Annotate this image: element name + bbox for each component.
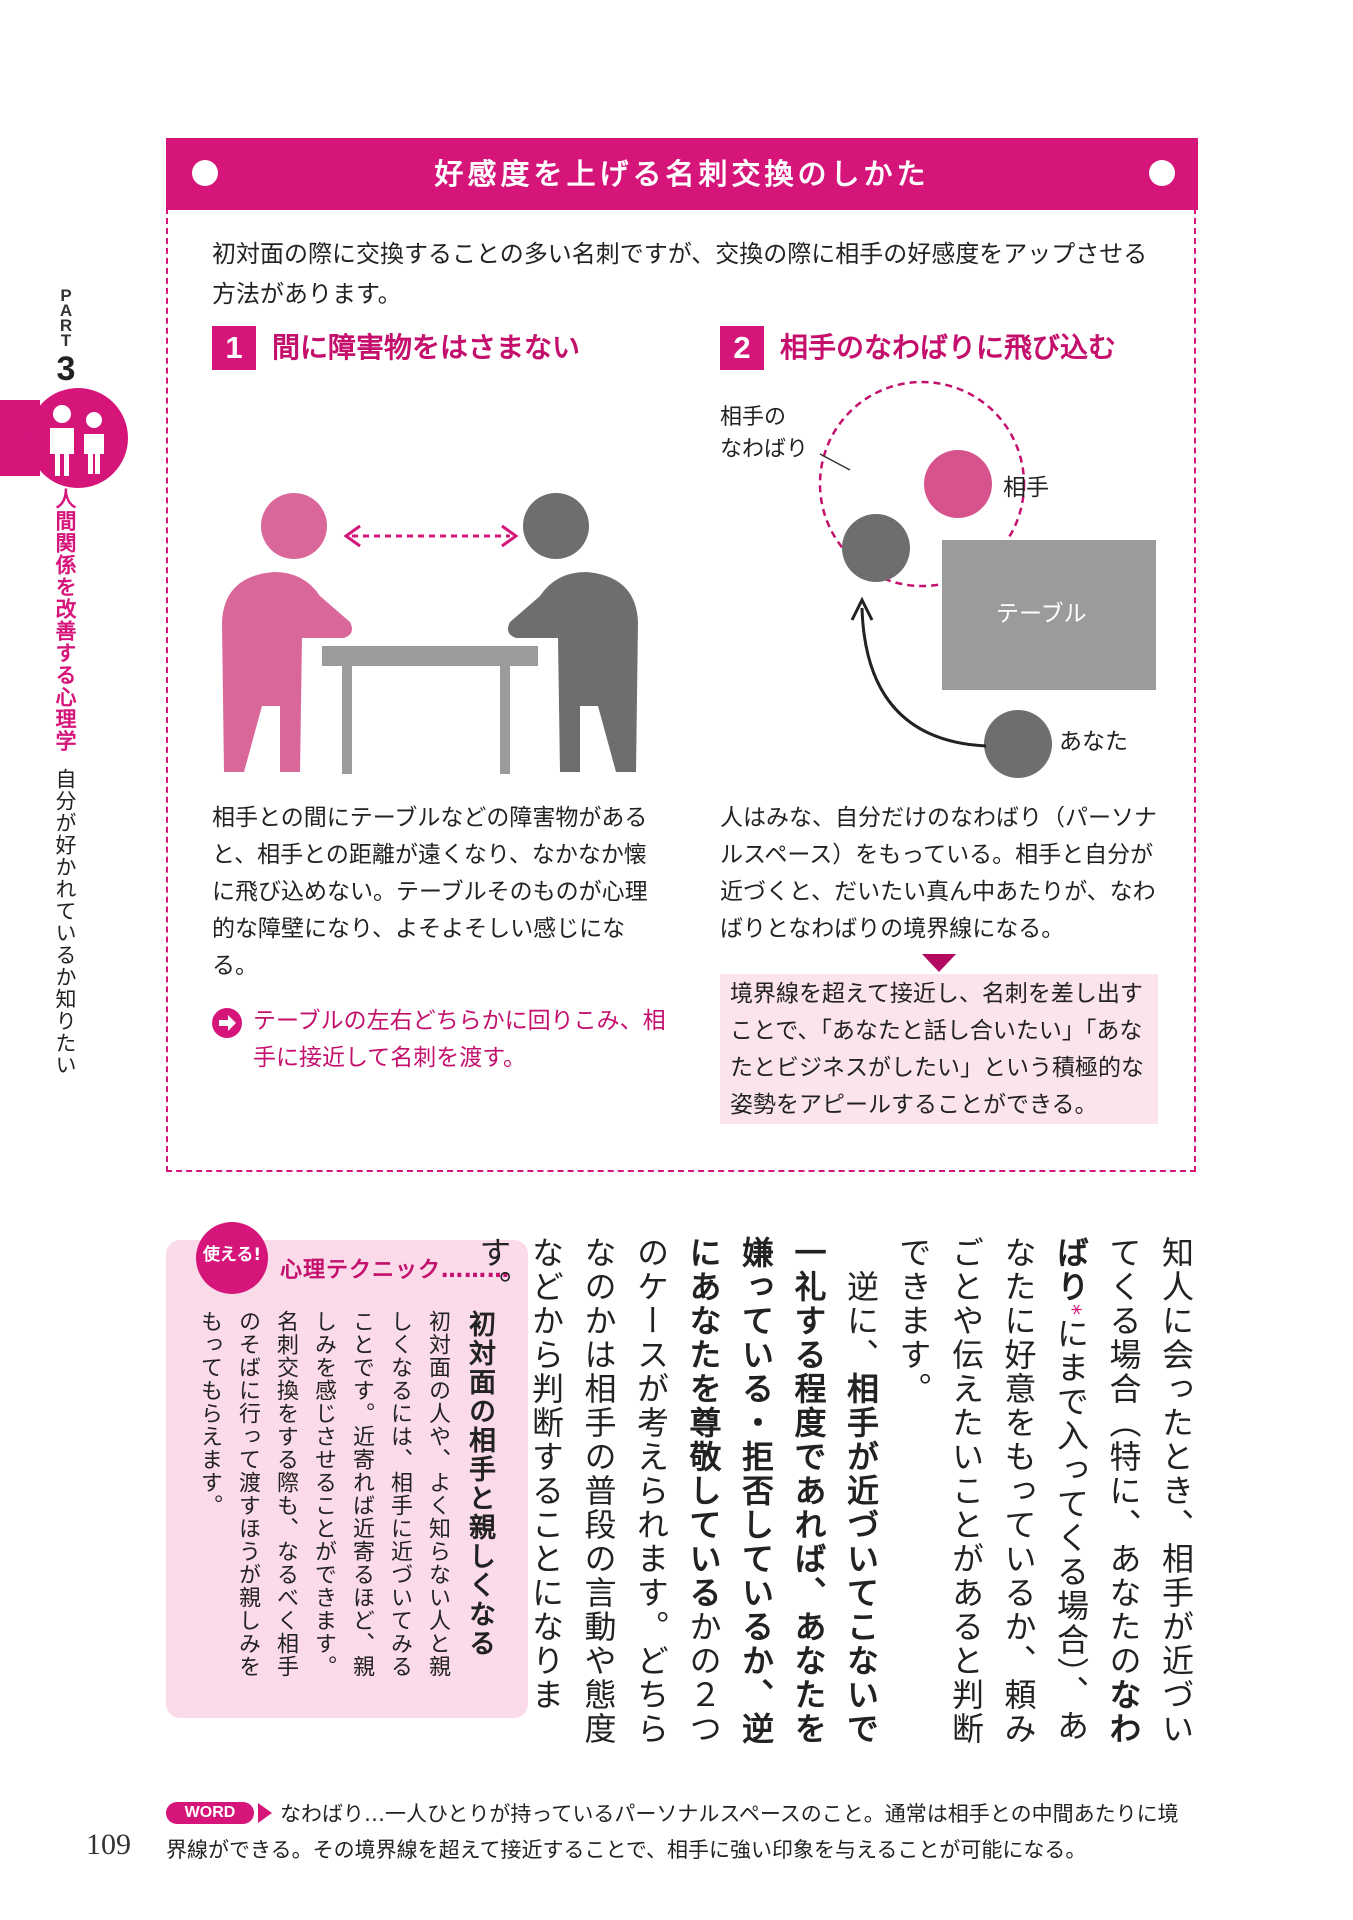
technique-body: 初対面の人や、よく知らない人と親しくなるには、相手に近づいてみることです。近寄れ… (197, 1310, 450, 1678)
section2-body: 人はみな、自分だけのなわばり（パーソナルスペース）をもっている。相手と自分が近づ… (720, 805, 1157, 942)
main-vertical-text: 知人に会ったとき、相手が近づいてくる場合（特に、あなたのなわばり*にまで入ってく… (475, 1236, 1202, 1756)
gray-person-body (508, 572, 638, 772)
down-triangle-icon (922, 954, 956, 972)
page-number: 109 (86, 1828, 131, 1861)
section1-tip: テーブルの左右どちらかに回りこみ、相手に接近して名刺を渡す。 (253, 1008, 666, 1071)
people-icon (50, 405, 104, 476)
technique-badge-text: 使える! (202, 1245, 262, 1265)
chapter-subtitle: 自分が好かれているか知りたい (53, 768, 77, 1076)
word-badge-text: WORD (184, 1804, 236, 1821)
section1-number: 1 (212, 326, 256, 370)
section2-title: 相手のなわばりに飛び込む (780, 331, 1117, 364)
section1-title: 間に障害物をはさまない (272, 331, 581, 364)
section2-number: 2 (720, 326, 764, 370)
chapter-title: 人間関係を改善する心理学 (53, 488, 77, 752)
box-title: 好感度を上げる名刺交換のしかた (434, 157, 930, 191)
part-label: PART (59, 286, 73, 350)
label-table: テーブル (996, 601, 1087, 627)
arrow-right-glyph (219, 1015, 236, 1031)
you-near-circle (842, 514, 910, 582)
section2-result: 境界線を超えて接近し、名刺を差し出すことで、「あなたと話し合いたい」「あなたとビ… (730, 981, 1144, 1118)
pink-person-head (261, 493, 327, 559)
label-territory: 相手の なわばり (720, 405, 809, 462)
footer-line2: 界線ができる。その境界線を超えて接近することで、相手に強い印象を与えることが可能… (166, 1838, 1087, 1862)
technique-heading: 初対面の相手と親しくなる (464, 1310, 495, 1658)
label-partner: 相手 (1003, 475, 1049, 501)
gray-person-head (523, 493, 589, 559)
box-intro: 初対面の際に交換することの多い名刺ですが、交換の際に相手の好感度をアップさせる方… (212, 240, 1148, 308)
asterisk-icon: * (1059, 1304, 1084, 1317)
label-you: あなた (1059, 729, 1128, 755)
section1-body: 相手との間にテーブルなどの障害物があると、相手との距離が遠くなり、なかなか懐に飛… (212, 805, 648, 979)
you-circle (984, 710, 1052, 778)
pink-person-body (222, 572, 352, 772)
part-number: 3 (56, 350, 76, 388)
main-text-p2a: 逆に、 (842, 1270, 880, 1372)
main-text-p1: 知人に会ったとき、相手が近づいてくる場合（特に、あなたの (1104, 1236, 1196, 1746)
partner-circle (924, 450, 992, 518)
illustration-obstacle (222, 493, 638, 774)
footer-line1: なわばり…一人ひとりが持っているパーソナルスペースのこと。通常は相手との中間あた… (280, 1802, 1179, 1826)
word-arrow-icon (258, 1803, 272, 1823)
table-top (322, 646, 538, 666)
